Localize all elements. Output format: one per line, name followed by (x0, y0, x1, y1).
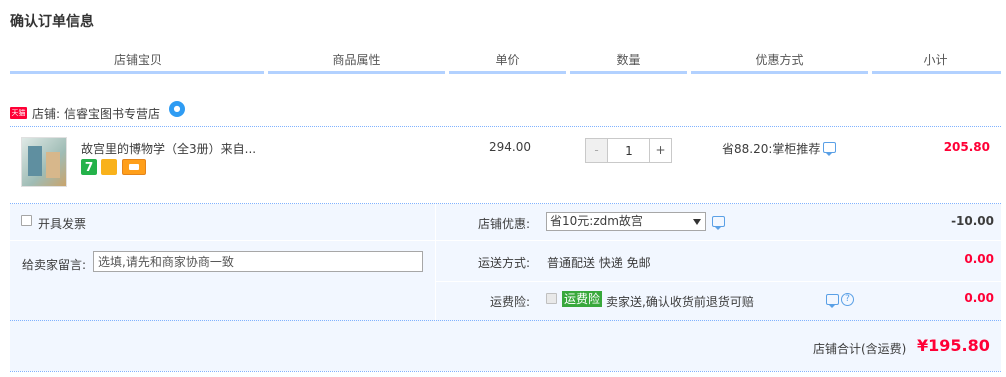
item-subtotal: 205.80 (943, 140, 990, 154)
shipping-amount: 0.00 (964, 252, 994, 266)
insurance-text: 卖家送,确认收货前退货可赔 (606, 295, 754, 309)
quantity-decrease-button[interactable]: - (586, 139, 608, 162)
discount-method: 省88.20:掌柜推荐 (722, 142, 821, 156)
product-thumbnail[interactable] (21, 137, 67, 187)
unit-price: 294.00 (489, 140, 531, 154)
column-header-discount: 优惠方式 (755, 53, 804, 67)
message-to-seller-input[interactable] (93, 251, 423, 272)
coupon-comment-icon[interactable] (712, 216, 725, 230)
total-bottom-divider (10, 371, 1001, 372)
message-label: 给卖家留言: (22, 258, 87, 272)
page-title: 确认订单信息 (10, 14, 94, 30)
panel-row-divider (436, 240, 1001, 241)
tmall-icon: 天猫 (10, 107, 27, 119)
help-icon[interactable]: ? (841, 293, 854, 306)
quantity-increase-button[interactable]: + (649, 139, 671, 162)
insurance-label: 运费险: (489, 295, 530, 309)
panel-divider (435, 204, 436, 321)
shop-total-label: 店铺合计(含运费) (813, 342, 907, 356)
credit-card-icon[interactable] (122, 159, 146, 175)
column-header-attributes: 商品属性 (332, 53, 381, 67)
coupon-select[interactable]: 省10元:zdm故宫 (546, 212, 706, 231)
shop-header: 天猫 店铺: 信睿宝图书专营店 ● (10, 101, 1001, 125)
seven-day-return-icon[interactable]: 7 (81, 159, 97, 175)
shop-divider (10, 126, 1001, 127)
insurance-comment-icon[interactable] (826, 294, 839, 308)
insurance-checkbox[interactable] (546, 293, 557, 304)
wangwang-chat-icon[interactable]: ● (169, 101, 185, 117)
insurance-amount: 0.00 (964, 291, 994, 305)
header-underline (10, 71, 1001, 74)
quantity-input[interactable] (608, 139, 650, 162)
shipping-label: 运送方式: (477, 256, 530, 270)
column-header-quantity: 数量 (616, 53, 641, 67)
discount-comment-icon[interactable] (823, 142, 836, 156)
column-header-item: 店铺宝贝 (113, 53, 162, 67)
panel-row-divider (10, 240, 435, 241)
coupon-amount: -10.00 (951, 214, 994, 228)
quantity-stepper: - + (585, 138, 672, 163)
product-title-link[interactable]: 故宫里的博物学（全3册）来自... (81, 140, 256, 157)
invoice-checkbox[interactable] (21, 215, 32, 226)
coupon-label: 店铺优惠: (477, 217, 530, 231)
shipping-method: 普通配送 快递 免邮 (547, 256, 651, 270)
column-header-unit-price: 单价 (495, 53, 520, 67)
shop-name-link[interactable]: 信睿宝图书专营店 (64, 105, 160, 122)
coupon-selected-value: 省10元:zdm故宫 (550, 214, 643, 228)
chevron-down-icon (693, 219, 701, 225)
invoice-label: 开具发票 (38, 217, 87, 231)
insurance-badge: 运费险 (562, 291, 603, 307)
shop-prefix: 店铺: (32, 107, 61, 121)
shop-total-value: ¥195.80 (917, 336, 990, 355)
column-header-subtotal: 小计 (923, 53, 948, 67)
guarantee-icon[interactable] (101, 159, 117, 175)
panel-row-divider (436, 281, 1001, 282)
